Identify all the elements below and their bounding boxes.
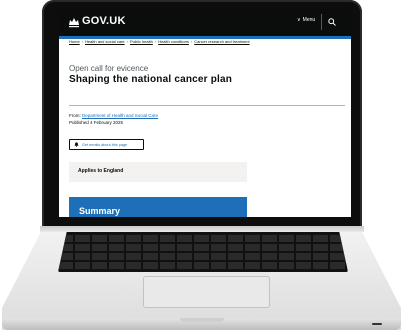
applies-to-panel: Applies to England <box>69 162 247 182</box>
chevron-down-icon: ∨ <box>297 17 301 23</box>
key-row <box>58 235 348 242</box>
menu-button[interactable]: ∨ Menu <box>297 17 315 23</box>
crown-icon <box>69 18 79 28</box>
status-light <box>372 323 382 325</box>
laptop-hinge <box>40 226 364 232</box>
key-row <box>58 244 348 251</box>
menu-label: Menu <box>302 17 316 23</box>
key-row <box>58 253 348 260</box>
page-caption: Open call for evicence <box>69 64 149 73</box>
department-link[interactable]: Department of Health and Social Care <box>82 113 158 118</box>
header-divider <box>321 14 322 30</box>
email-alerts-label: Get emails about this page <box>82 142 128 147</box>
breadcrumb-home[interactable]: Home <box>69 39 80 44</box>
from-label: From: <box>69 113 81 118</box>
breadcrumb-public-health[interactable]: Public health <box>130 39 153 44</box>
section-divider <box>69 105 345 106</box>
govuk-header: GOV.UK ∨ Menu <box>59 9 351 36</box>
page-metadata: From: Department of Health and Social Ca… <box>69 112 158 126</box>
breadcrumb: Home › Health and social care › Public healt… <box>69 39 250 44</box>
breadcrumb-health-conditions[interactable]: Health conditions <box>158 39 189 44</box>
govuk-logo[interactable]: GOV.UK <box>82 15 126 27</box>
bell-icon <box>74 142 79 147</box>
breadcrumb-health-social-care[interactable]: Health and social care <box>85 39 125 44</box>
breadcrumb-cancer-research[interactable]: Cancer research and treatment <box>194 39 249 44</box>
browser-screen: GOV.UK ∨ Menu Home › Health and social car… <box>59 9 351 217</box>
published-date: Published 4 February 2025 <box>69 120 124 125</box>
trackpad <box>143 276 270 308</box>
summary-panel: Summary <box>69 197 247 217</box>
search-icon[interactable] <box>328 18 336 26</box>
keyboard <box>58 232 348 272</box>
page-title: Shaping the national cancer plan <box>69 74 233 85</box>
email-alerts-button[interactable]: Get emails about this page <box>69 139 144 150</box>
key-row <box>58 262 348 269</box>
lid-notch <box>180 318 224 322</box>
